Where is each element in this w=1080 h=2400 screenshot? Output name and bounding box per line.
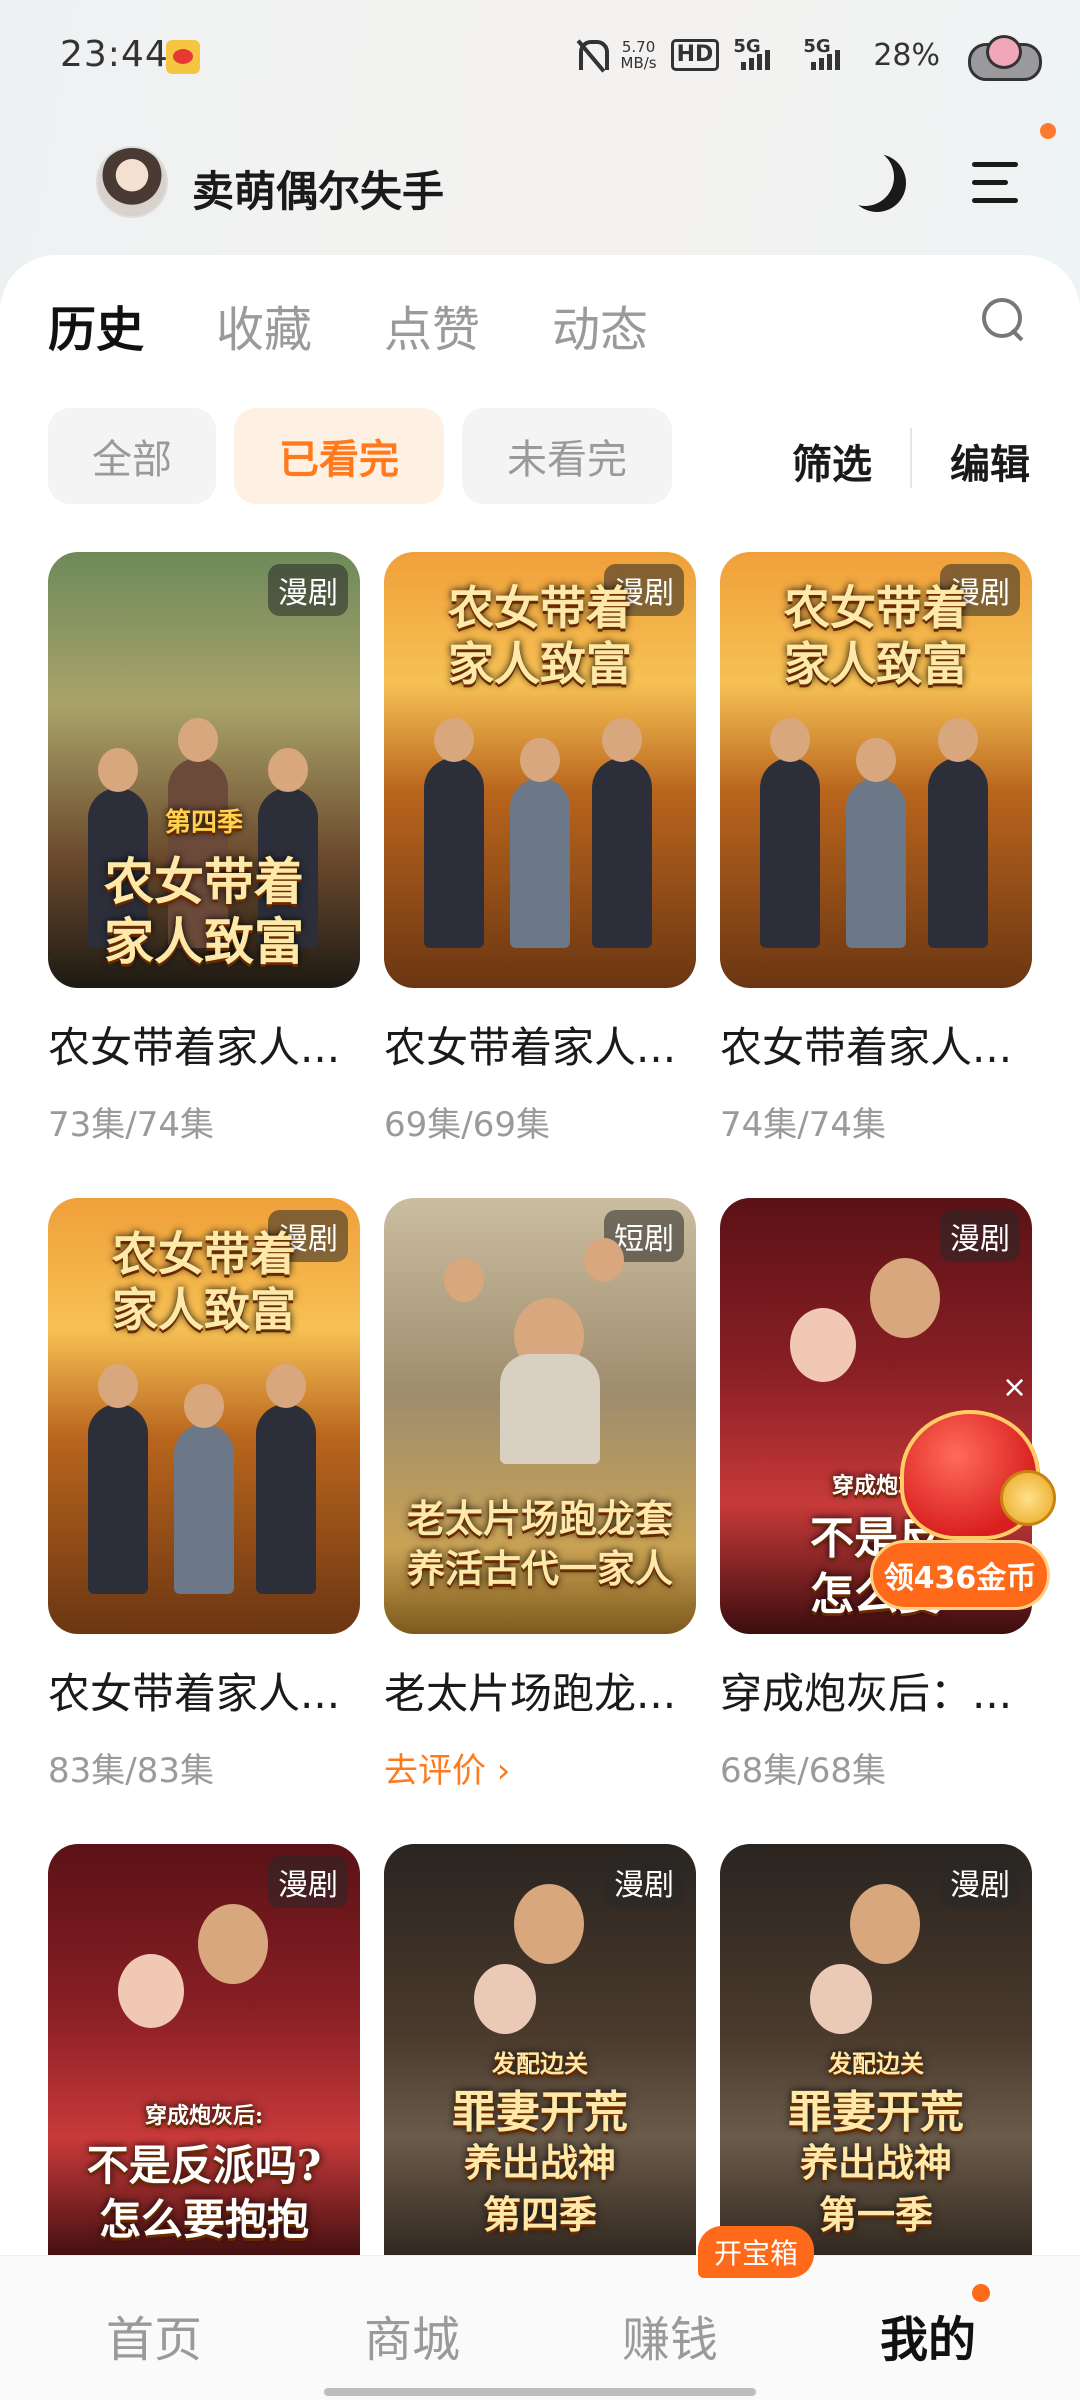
cloud-icon [964,33,1042,81]
poster-image: 漫剧 发配边关 罪妻开荒 养出战神 第四季 [384,1844,696,2264]
search-icon[interactable] [980,296,1024,340]
signal-icon-2: 5G [803,36,859,72]
poster-title-line2: 怎么要抱抱 [98,2195,309,2244]
chip-unfinished[interactable]: 未看完 [462,408,672,504]
rate-link[interactable]: 去评价 › [384,1743,696,1792]
type-badge: 漫剧 [940,1856,1020,1908]
item-title: 农女带着家人... [48,1669,341,1718]
poster-title-line2: 养活古代一家人 [406,1546,673,1591]
poster-image: 漫剧 第四季 农女带着 家人致富 [48,552,360,988]
poster-subtitle: 第四季 [164,808,243,838]
hd-icon: HD [670,39,720,71]
poster-image: 漫剧 发配边关 罪妻开荒 养出战神 第一季 [720,1844,1032,2264]
list-item[interactable]: 短剧 老太片场跑龙套 养活古代一家人 老太片场跑龙... 去评价 › [384,1198,696,1792]
poster-title-line2: 家人致富 [448,637,632,691]
filter-button[interactable]: 筛选 [792,432,872,490]
item-title: 农女带着家人... [720,1023,1013,1072]
home-indicator[interactable] [324,2388,756,2396]
item-title: 农女带着家人... [48,1023,341,1072]
list-item[interactable]: 漫剧 农女带着 家人致富 农女带着家人... 83集/83集 [48,1198,360,1792]
net-speed: 5.70 MB/s [620,38,657,72]
list-item[interactable]: 漫剧 农女带着 家人致富 农女带着家人... 69集/69集 [384,552,696,1146]
item-progress: 68集/68集 [720,1751,886,1791]
weibo-notification-icon [166,40,200,74]
poster-image: 漫剧 农女带着 家人致富 [384,552,696,988]
treasure-badge[interactable]: 开宝箱 [698,2226,815,2278]
poster-title-line2: 养出战神 [799,2140,952,2185]
close-icon[interactable]: × [1002,1370,1027,1405]
poster-title-line2: 家人致富 [784,637,968,691]
nav-home[interactable]: 首页 [106,2300,202,2370]
battery-level: 28% [873,37,940,73]
tab-likes[interactable]: 点赞 [384,290,480,360]
nav-earn[interactable]: 赚钱 [622,2300,718,2370]
list-item[interactable]: 漫剧 第四季 农女带着 家人致富 农女带着家人... 73集/74集 [48,552,360,1146]
user-header: 卖萌偶尔失手 [0,140,1080,230]
type-badge: 漫剧 [268,564,348,616]
poster-image: 短剧 老太片场跑龙套 养活古代一家人 [384,1198,696,1634]
poster-subtitle: 穿成炮灰后: [144,2103,264,2129]
list-item[interactable]: 漫剧 发配边关 罪妻开荒 养出战神 第一季 [720,1844,1032,2264]
chip-all[interactable]: 全部 [48,408,216,504]
user-name[interactable]: 卖萌偶尔失手 [192,158,444,219]
notification-dot [1040,123,1056,139]
type-badge: 漫剧 [940,1210,1020,1262]
type-badge: 漫剧 [268,1856,348,1908]
item-progress: 83集/83集 [48,1751,214,1791]
notification-dot [972,2284,990,2302]
list-item[interactable]: 漫剧 农女带着 家人致富 农女带着家人... 74集/74集 [720,552,1032,1146]
gold-coin-icon [1000,1470,1056,1526]
nav-mall[interactable]: 商城 [364,2300,460,2370]
divider [910,428,912,488]
poster-title-line1: 罪妻开荒 [452,2087,628,2138]
poster-image: 漫剧 农女带着 家人致富 [720,552,1032,988]
edit-button[interactable]: 编辑 [950,432,1030,490]
signal-icon: 5G [733,36,789,72]
poster-title-line3: 第四季 [482,2192,597,2237]
nav-me[interactable]: 我的 [880,2300,976,2370]
item-progress: 74集/74集 [720,1105,886,1145]
tab-activity[interactable]: 动态 [552,290,648,360]
poster-title-line1: 老太片场跑龙套 [406,1496,673,1541]
status-bar: 23:44 5.70 MB/s HD 5G 5G 28% [0,0,1080,110]
tab-bar: 历史 收藏 点赞 动态 [0,290,1080,370]
list-item[interactable]: 漫剧 发配边关 罪妻开荒 养出战神 第四季 [384,1844,696,2264]
poster-title-line1: 不是反派吗? [86,2141,322,2190]
poster-subtitle: 发配边关 [828,2049,924,2078]
item-title: 穿成炮灰后：... [720,1669,1013,1718]
clock: 23:44 [60,34,169,75]
bottom-nav: 首页 商城 赚钱 我的 [0,2255,1080,2400]
avatar[interactable] [96,146,168,218]
poster-image: 漫剧 穿成炮灰后: 不是反派吗? 怎么要抱抱 [48,1844,360,2264]
filter-bar: 全部 已看完 未看完 筛选 编辑 [0,408,1080,506]
poster-title-line2: 家人致富 [104,912,304,971]
mute-icon [573,38,609,72]
item-title: 农女带着家人... [384,1023,677,1072]
item-progress: 73集/74集 [48,1105,214,1145]
poster-title-line2: 养出战神 [463,2140,616,2185]
moon-icon[interactable] [848,154,906,212]
tab-history[interactable]: 历史 [48,290,144,360]
chip-finished[interactable]: 已看完 [234,408,444,504]
type-badge: 漫剧 [604,1856,684,1908]
poster-subtitle: 发配边关 [492,2049,588,2078]
poster-title-line1: 罪妻开荒 [788,2087,964,2138]
tab-favorites[interactable]: 收藏 [216,290,312,360]
poster-image: 漫剧 农女带着 家人致富 [48,1198,360,1634]
item-progress: 69集/69集 [384,1105,550,1145]
coin-reward-button[interactable]: 领436金币 [870,1540,1050,1610]
item-title: 老太片场跑龙... [384,1669,677,1718]
menu-icon[interactable] [972,160,1022,204]
list-item[interactable]: 漫剧 穿成炮灰后: 不是反派吗? 怎么要抱抱 [48,1844,360,2264]
poster-title-line2: 家人致富 [112,1283,296,1337]
